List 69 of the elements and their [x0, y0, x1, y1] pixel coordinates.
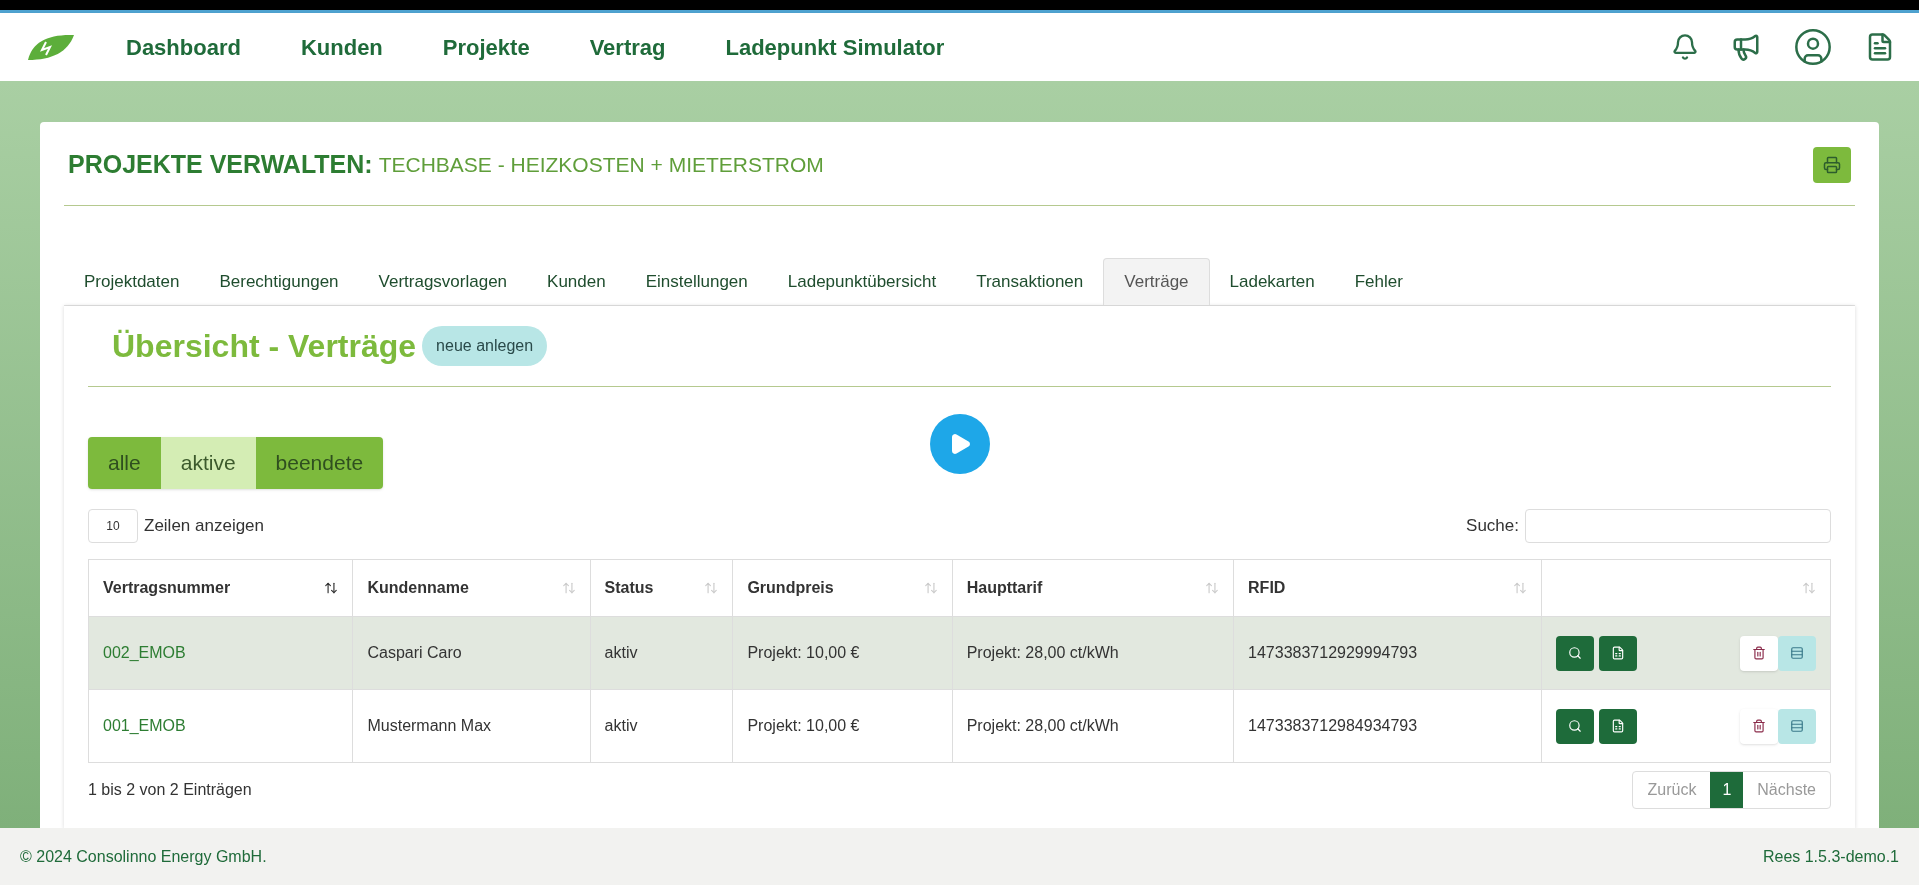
nav-link[interactable]: Projekte — [442, 30, 530, 64]
page-title: PROJEKTE VERWALTEN: — [68, 148, 373, 180]
column-header[interactable]: Haupttarif — [952, 559, 1234, 617]
filter-button[interactable]: beendete — [255, 437, 384, 489]
search-field[interactable] — [1525, 509, 1831, 543]
search-icon — [1567, 646, 1582, 660]
table-cell: 1473383712984934793 — [1233, 689, 1542, 763]
page-length-select[interactable]: 10 — [88, 509, 138, 543]
view-button[interactable] — [1555, 708, 1594, 744]
nav-link[interactable]: Kunden — [300, 30, 383, 64]
view-button[interactable] — [1555, 635, 1594, 671]
delete-button[interactable] — [1740, 635, 1778, 671]
table-cell: aktiv — [590, 689, 733, 763]
column-header[interactable]: Vertragsnummer — [88, 559, 353, 617]
page-button[interactable]: 1 — [1710, 772, 1744, 808]
contract-link[interactable]: 001_EMOB — [88, 689, 353, 763]
tab[interactable]: Ladepunktübersicht — [767, 258, 957, 305]
tab[interactable]: Transaktionen — [956, 258, 1104, 305]
table-cell: Projekt: 28,00 ct/kWh — [952, 689, 1234, 763]
tab[interactable]: Fehler — [1334, 258, 1423, 305]
trash-icon — [1752, 719, 1766, 733]
tab[interactable]: Verträge — [1103, 258, 1210, 305]
version: Rees 1.5.3-demo.1 — [1762, 846, 1899, 867]
filter-button[interactable]: aktive — [160, 437, 256, 489]
contract-link[interactable]: 002_EMOB — [88, 616, 353, 690]
list-icon — [1790, 719, 1804, 733]
document-button[interactable] — [1598, 635, 1637, 671]
document-icon — [1610, 646, 1625, 660]
table-cell: Projekt: 10,00 € — [732, 689, 953, 763]
details-button[interactable] — [1778, 708, 1816, 744]
table-cell: Projekt: 28,00 ct/kWh — [952, 616, 1234, 690]
table-cell: aktiv — [590, 616, 733, 690]
table-cell: 1473383712929994793 — [1233, 616, 1542, 690]
column-header[interactable]: Status — [590, 559, 733, 617]
column-header[interactable]: RFID — [1233, 559, 1542, 617]
new-button[interactable]: neue anlegen — [422, 326, 548, 366]
tab[interactable]: Berechtigungen — [199, 258, 359, 305]
details-button[interactable] — [1778, 635, 1816, 671]
nav-link[interactable]: Ladepunkt Simulator — [725, 30, 945, 64]
section-title: Übersicht - Verträge — [112, 327, 417, 366]
column-header[interactable]: Kundenname — [352, 559, 591, 617]
search-icon — [1567, 719, 1582, 733]
document-button[interactable] — [1598, 708, 1637, 744]
filter-button[interactable]: alle — [88, 437, 161, 489]
bell-icon[interactable] — [1671, 33, 1699, 61]
tab[interactable]: Ladekarten — [1209, 258, 1335, 305]
entries-info: 1 bis 2 von 2 Einträgen — [88, 780, 252, 800]
copyright: © 2024 Consolinno Energy GmbH. — [20, 846, 267, 867]
list-icon — [1790, 646, 1804, 660]
tab[interactable]: Projektdaten — [64, 258, 200, 305]
column-header[interactable]: Grundpreis — [732, 559, 953, 617]
page-length-label: Zeilen anzeigen — [144, 515, 265, 538]
document-icon — [1610, 719, 1625, 733]
table-cell: Mustermann Max — [352, 689, 591, 763]
trash-icon — [1752, 646, 1766, 660]
user-icon[interactable] — [1793, 27, 1833, 67]
search-label: Suche: — [1466, 515, 1519, 538]
print-button[interactable] — [1813, 146, 1851, 183]
table-cell: Caspari Caro — [352, 616, 591, 690]
printer-icon — [1823, 155, 1841, 174]
nav-link[interactable]: Vertrag — [589, 30, 666, 64]
tab[interactable]: Einstellungen — [625, 258, 768, 305]
tab[interactable]: Vertragsvorlagen — [358, 258, 528, 305]
table-cell: Projekt: 10,00 € — [732, 616, 953, 690]
project-name: TECHBASE - HEIZKOSTEN + MIETERSTROM — [378, 151, 824, 178]
delete-button[interactable] — [1740, 708, 1778, 744]
tab[interactable]: Kunden — [527, 258, 626, 305]
megaphone-icon[interactable] — [1731, 32, 1761, 62]
nav-link[interactable]: Dashboard — [126, 30, 241, 64]
